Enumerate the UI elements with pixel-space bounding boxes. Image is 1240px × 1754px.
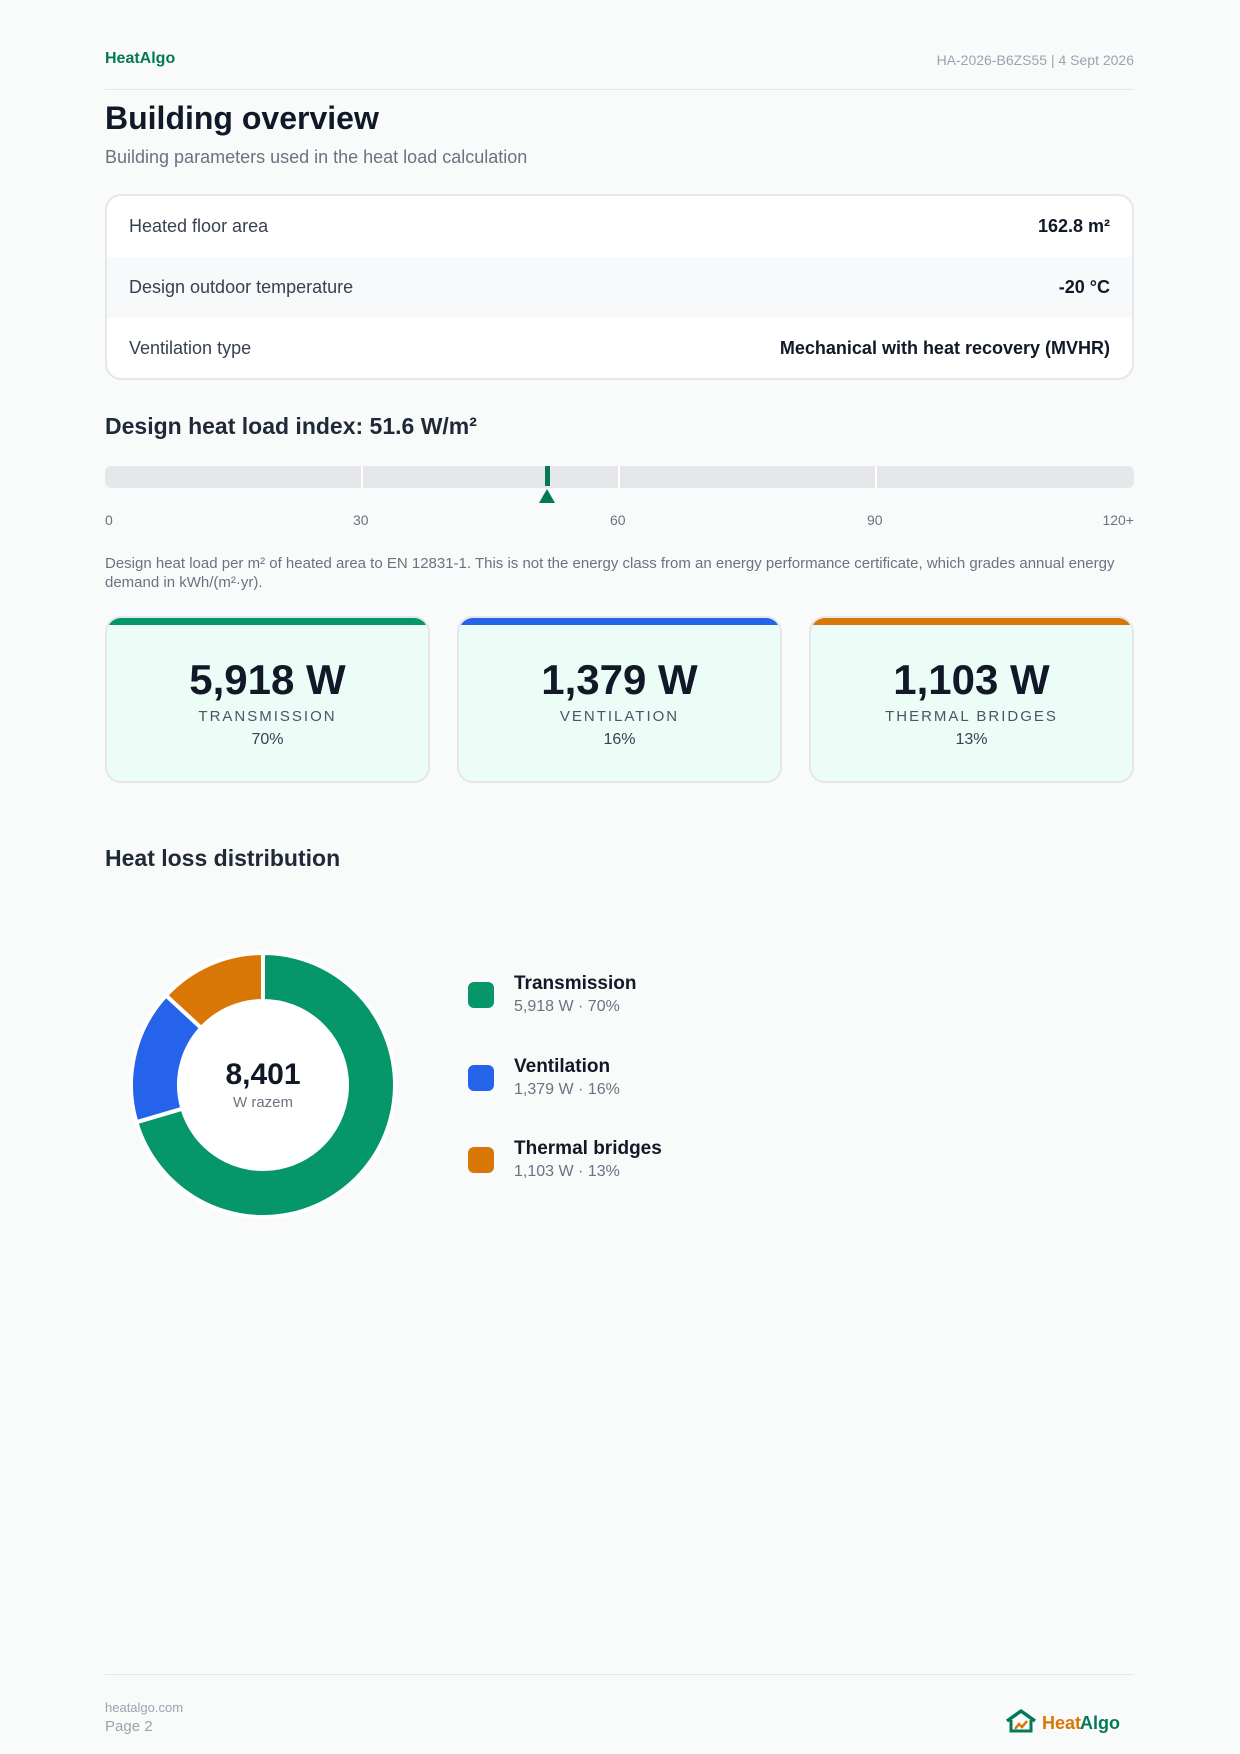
scale-divider	[618, 466, 620, 488]
card-transmission: 5,918 W TRANSMISSION 70%	[105, 616, 430, 783]
card-thermal-bridges: 1,103 W THERMAL BRIDGES 13%	[809, 616, 1134, 783]
param-row-floor-area: Heated floor area 162.8 m²	[107, 196, 1132, 257]
legend-swatch	[468, 1147, 494, 1173]
card-accent-bar	[811, 618, 1132, 625]
param-row-outdoor-temp: Design outdoor temperature -20 °C	[107, 257, 1132, 318]
param-value: 162.8 m²	[1037, 216, 1110, 236]
legend-detail: 1,379 W · 16%	[514, 1081, 620, 1098]
legend-name: Transmission	[514, 973, 637, 994]
param-row-ventilation: Ventilation type Mechanical with heat re…	[107, 318, 1132, 378]
param-value: Mechanical with heat recovery (MVHR)	[779, 338, 1110, 358]
legend-swatch	[468, 1065, 494, 1091]
scale-tick-label: 90	[867, 512, 883, 528]
card-percent: 70%	[251, 731, 284, 748]
param-value: -20 °C	[1058, 277, 1110, 297]
legend-item-thermal-bridges: Thermal bridges 1,103 W · 13%	[468, 1138, 868, 1188]
scale-tick-label: 0	[105, 512, 113, 528]
legend-name: Thermal bridges	[514, 1138, 662, 1159]
param-label: Heated floor area	[129, 216, 269, 236]
page-subtitle: Building parameters used in the heat loa…	[105, 147, 528, 167]
report-page: HeatAlgo HA-2026-B6ZS55 | 4 Sept 2026 Bu…	[105, 0, 1134, 1754]
card-value: 1,103 W	[893, 656, 1050, 703]
page-title: Building overview	[105, 100, 379, 136]
card-percent: 13%	[955, 731, 988, 748]
page-header: HeatAlgo HA-2026-B6ZS55 | 4 Sept 2026	[105, 50, 1134, 90]
scale-marker-triangle-icon	[539, 489, 556, 503]
heat-load-index-title: Design heat load index: 51.6 W/m²	[105, 413, 477, 439]
footer-logo-text-algo: Algo	[1080, 1713, 1120, 1733]
distribution-title: Heat loss distribution	[105, 845, 341, 871]
scale-tick-label: 30	[353, 512, 369, 528]
param-label: Ventilation type	[129, 338, 252, 358]
card-accent-bar	[459, 618, 780, 625]
legend-detail: 5,918 W · 70%	[514, 998, 620, 1015]
heat-load-index-note: Design heat load per m² of heated area t…	[105, 555, 1115, 591]
card-value: 1,379 W	[541, 656, 698, 703]
footer-logo-text-heat: Heat	[1042, 1713, 1082, 1733]
card-label: TRANSMISSION	[198, 708, 337, 725]
footer-logo: Heat Algo	[1004, 1708, 1134, 1736]
donut-total-unit: W razem	[233, 1094, 293, 1111]
donut-total: 8,401	[225, 1058, 301, 1091]
document-meta: HA-2026-B6ZS55 | 4 Sept 2026	[936, 52, 1134, 68]
footer-divider	[105, 1674, 1134, 1675]
card-label: THERMAL BRIDGES	[885, 708, 1058, 725]
card-accent-bar	[107, 618, 428, 625]
scale-tick-label: 60	[610, 512, 626, 528]
scale-tick-label: 120+	[1102, 512, 1134, 528]
scale-divider	[875, 466, 877, 488]
footer-site: heatalgo.com	[105, 1700, 184, 1715]
brand-name: HeatAlgo	[105, 50, 176, 67]
footer-page-number: Page 2	[105, 1718, 153, 1735]
heat-load-scale	[105, 466, 1134, 488]
card-ventilation: 1,379 W VENTILATION 16%	[457, 616, 782, 783]
card-value: 5,918 W	[189, 656, 346, 703]
legend-swatch	[468, 982, 494, 1008]
card-label: VENTILATION	[559, 708, 680, 725]
legend-item-ventilation: Ventilation 1,379 W · 16%	[468, 1056, 868, 1106]
legend-item-transmission: Transmission 5,918 W · 70%	[468, 973, 868, 1023]
card-percent: 16%	[603, 731, 636, 748]
legend-name: Ventilation	[514, 1056, 611, 1077]
param-label: Design outdoor temperature	[129, 277, 354, 297]
scale-marker-line	[544, 466, 550, 486]
house-logo-icon	[1005, 1709, 1037, 1733]
donut-center-label: 8,401 W razem	[128, 1058, 398, 1111]
legend-detail: 1,103 W · 13%	[514, 1163, 620, 1180]
scale-divider	[361, 466, 363, 488]
building-parameters-table: Heated floor area 162.8 m² Design outdoo…	[105, 194, 1134, 380]
